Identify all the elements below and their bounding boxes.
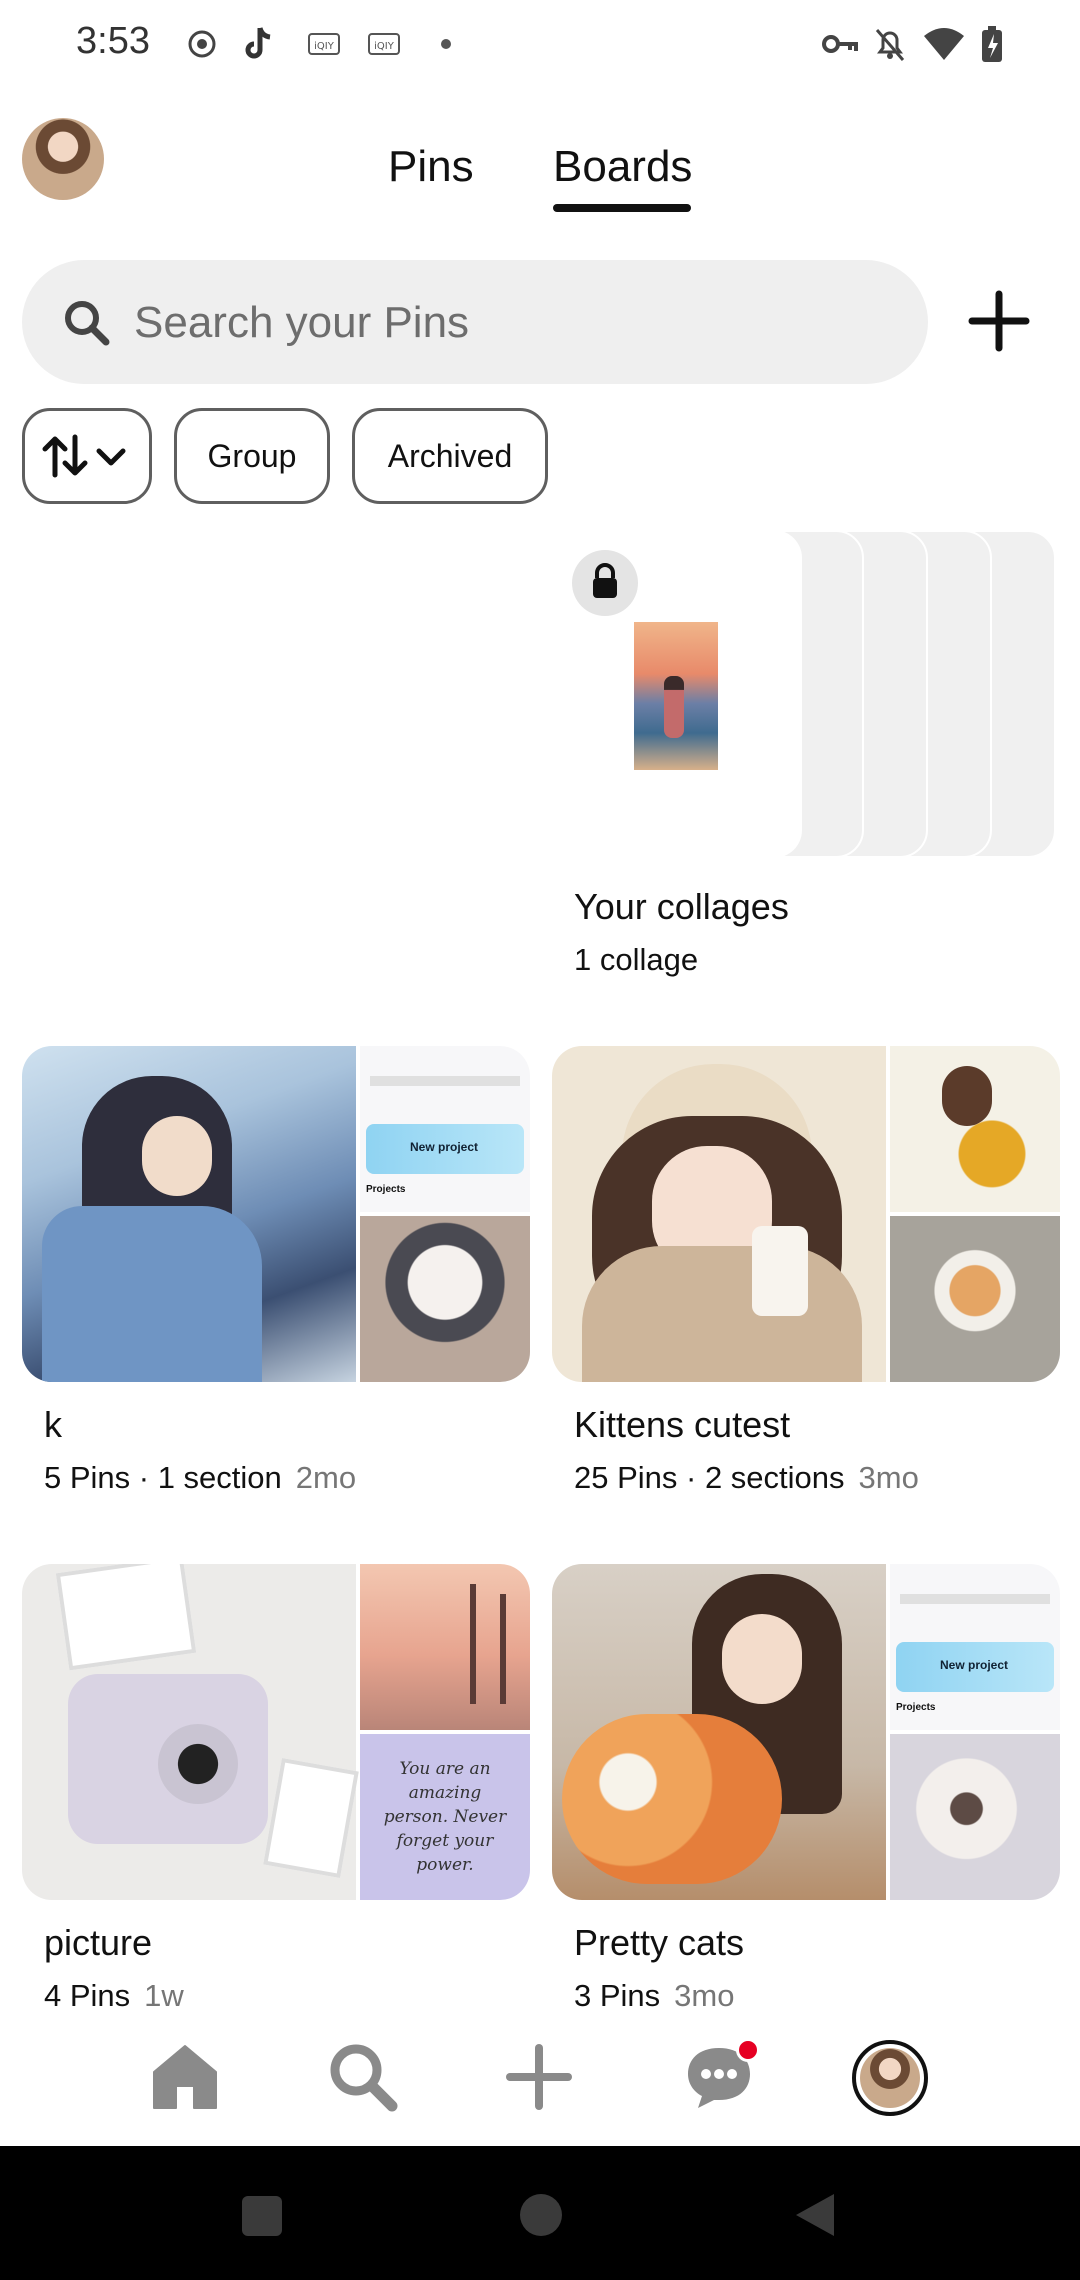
tab-pins[interactable]: Pins [388,142,474,192]
board-title: Kittens cutest [574,1404,791,1445]
add-icon[interactable] [968,290,1030,352]
board-cover-image [22,1046,356,1382]
svg-text:iQIY: iQIY [374,41,395,52]
collages-title: Your collages [574,886,789,927]
palm-tree [500,1594,506,1704]
battery-charging-icon [982,26,1002,62]
board-cover-image [552,1564,886,1900]
board-age: 3mo [674,1978,735,2013]
board-card-k[interactable]: New project Projects [22,1046,530,1382]
iqiyi-icon: iQIY [308,33,340,55]
cup-shape [752,1226,808,1316]
board-card-pretty-cats[interactable]: New project Projects [552,1564,1060,1900]
chip-label: Group [207,437,297,474]
camera-lens [158,1724,238,1804]
board-thumb-screenshot: New project Projects [890,1564,1060,1730]
board-cover-image [552,1046,886,1382]
face-shape [142,1116,212,1196]
board-cover-image [22,1564,359,1900]
board-meta: 4 Pins 1w [44,1978,184,2014]
board-age: 2mo [295,1460,357,1495]
board-age: 1w [144,1978,184,2013]
new-project-banner: New project [366,1124,524,1174]
board-pin-count: 4 Pins [44,1978,131,2013]
svg-text:iQIY: iQIY [314,41,335,52]
face-shape [722,1614,802,1704]
profile-avatar[interactable] [852,2040,928,2116]
dot-icon [441,39,451,49]
tiktok-icon [245,27,271,59]
thumb-toolbar [370,1076,520,1086]
bell-off-icon [875,29,905,61]
notification-dot [736,2038,760,2062]
avatar[interactable] [22,118,104,200]
new-project-label: New project [410,1140,479,1154]
board-card-picture[interactable]: You are an amazing person. Never forget … [22,1564,530,1900]
board-thumb-kitten [890,1734,1060,1900]
thumb-toolbar [900,1594,1050,1604]
status-time: 3:53 [76,20,150,62]
status-bar: 3:53 iQIY iQIY [0,0,1080,88]
sort-button[interactable] [22,408,152,504]
vpn-key-icon [822,35,858,53]
back-button[interactable] [794,2192,836,2238]
tab-boards[interactable]: Boards [553,142,692,192]
create-icon[interactable] [504,2042,574,2112]
board-title: picture [44,1922,153,1963]
coat-shape [582,1246,862,1382]
projects-label: Projects [896,1702,936,1713]
new-project-banner: New project [896,1642,1054,1692]
board-meta: 25 Pins · 2 sections 3mo [574,1460,919,1496]
lock-badge [572,550,638,616]
camera-body [68,1674,268,1844]
palm-tree [470,1584,476,1704]
board-thumb-sunset [360,1564,530,1730]
quote-text: You are an amazing person. Never forget … [383,1759,507,1875]
collage-thumbnail [634,622,718,770]
board-title: k [44,1404,62,1445]
hair-shape [942,1066,992,1126]
board-pin-count: 25 Pins · 2 sections [574,1460,845,1495]
record-icon [188,30,216,58]
recents-button[interactable] [242,2196,282,2236]
search-icon[interactable] [326,2040,400,2114]
board-age: 3mo [858,1460,919,1495]
chip-label: Archived [387,437,513,474]
bottom-navigation [0,2010,1080,2146]
polaroid-photo [55,1564,197,1671]
jacket-shape [42,1206,262,1382]
board-meta: 5 Pins · 1 section 2mo [44,1460,356,1496]
active-tab-indicator [553,204,691,212]
lock-icon [593,563,617,598]
board-thumb-quote: You are an amazing person. Never forget … [360,1734,530,1900]
board-pin-count: 3 Pins [574,1978,661,2013]
new-project-label: New project [940,1658,1009,1672]
board-thumb-screenshot: New project Projects [360,1046,530,1212]
avatar-image [860,2048,920,2108]
polaroid-photo [263,1758,359,1878]
board-thumb-kitten [360,1216,530,1382]
flower-bouquet [562,1714,782,1884]
system-navigation-bar [0,2146,1080,2280]
board-thumb-kitten [890,1216,1060,1382]
board-pin-count: 5 Pins · 1 section [44,1460,282,1495]
sort-icon [42,434,126,478]
figure-silhouette [664,676,684,738]
collages-count: 1 collage [574,942,699,977]
group-filter-chip[interactable]: Group [174,408,330,504]
board-title: Pretty cats [574,1922,745,1963]
home-icon[interactable] [150,2042,220,2112]
board-card-kittens-cutest[interactable] [552,1046,1060,1382]
home-button[interactable] [520,2194,562,2236]
board-meta: 3 Pins 3mo [574,1978,734,2014]
wifi-icon [924,28,964,60]
projects-label: Projects [366,1184,406,1195]
search-bar[interactable] [22,260,928,384]
archived-filter-chip[interactable]: Archived [352,408,548,504]
collage-front-card [552,530,802,858]
iqiyi-icon: iQIY [368,33,400,55]
board-thumb-sunflowers [890,1046,1060,1212]
search-input[interactable] [132,292,896,354]
search-icon [65,301,110,346]
